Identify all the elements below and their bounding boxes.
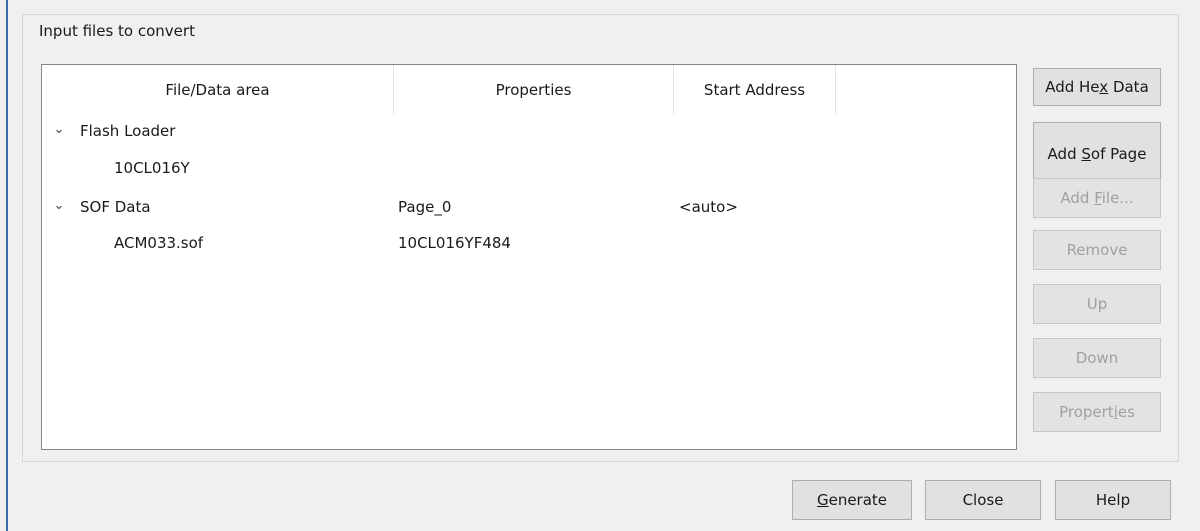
row-start-address: <auto> <box>679 198 738 216</box>
properties-button[interactable]: Properties <box>1033 392 1161 432</box>
chevron-down-icon[interactable]: ⌄ <box>52 189 66 225</box>
close-button[interactable]: Close <box>925 480 1041 520</box>
help-button[interactable]: Help <box>1055 480 1171 520</box>
list-item-sof-file[interactable]: ACM033.sof 10CL016YF484 <box>42 225 1016 261</box>
row-name: 10CL016Y <box>114 159 190 177</box>
list-header: File/Data area Properties Start Address <box>42 65 1016 115</box>
window-edge <box>6 0 8 531</box>
row-name: SOF Data <box>80 198 151 216</box>
list-item-sof-data[interactable]: ⌄ SOF Data Page_0 <auto> <box>42 189 1016 225</box>
generate-button[interactable]: Generate <box>792 480 912 520</box>
row-properties: 10CL016YF484 <box>398 234 511 252</box>
up-button[interactable]: Up <box>1033 284 1161 324</box>
add-file-button[interactable]: Add File... <box>1033 178 1161 218</box>
column-header-start-address[interactable]: Start Address <box>674 65 836 115</box>
column-header-file-data-area[interactable]: File/Data area <box>42 65 394 115</box>
add-hex-data-button[interactable]: Add Hex Data <box>1033 68 1161 106</box>
row-name: ACM033.sof <box>114 234 204 252</box>
column-header-properties[interactable]: Properties <box>394 65 674 115</box>
convert-programming-files-dialog: Input files to convert File/Data area Pr… <box>0 0 1200 531</box>
remove-button[interactable]: Remove <box>1033 230 1161 270</box>
list-item-device[interactable]: 10CL016Y <box>42 150 1016 186</box>
down-button[interactable]: Down <box>1033 338 1161 378</box>
chevron-down-icon[interactable]: ⌄ <box>52 113 66 149</box>
list-item-flash-loader[interactable]: ⌄ Flash Loader <box>42 113 1016 149</box>
groupbox-title: Input files to convert <box>35 22 199 40</box>
row-properties: Page_0 <box>398 198 452 216</box>
row-name: Flash Loader <box>80 122 176 140</box>
add-sof-page-button[interactable]: Add Sof Page <box>1033 122 1161 186</box>
input-files-list[interactable]: File/Data area Properties Start Address … <box>41 64 1017 450</box>
